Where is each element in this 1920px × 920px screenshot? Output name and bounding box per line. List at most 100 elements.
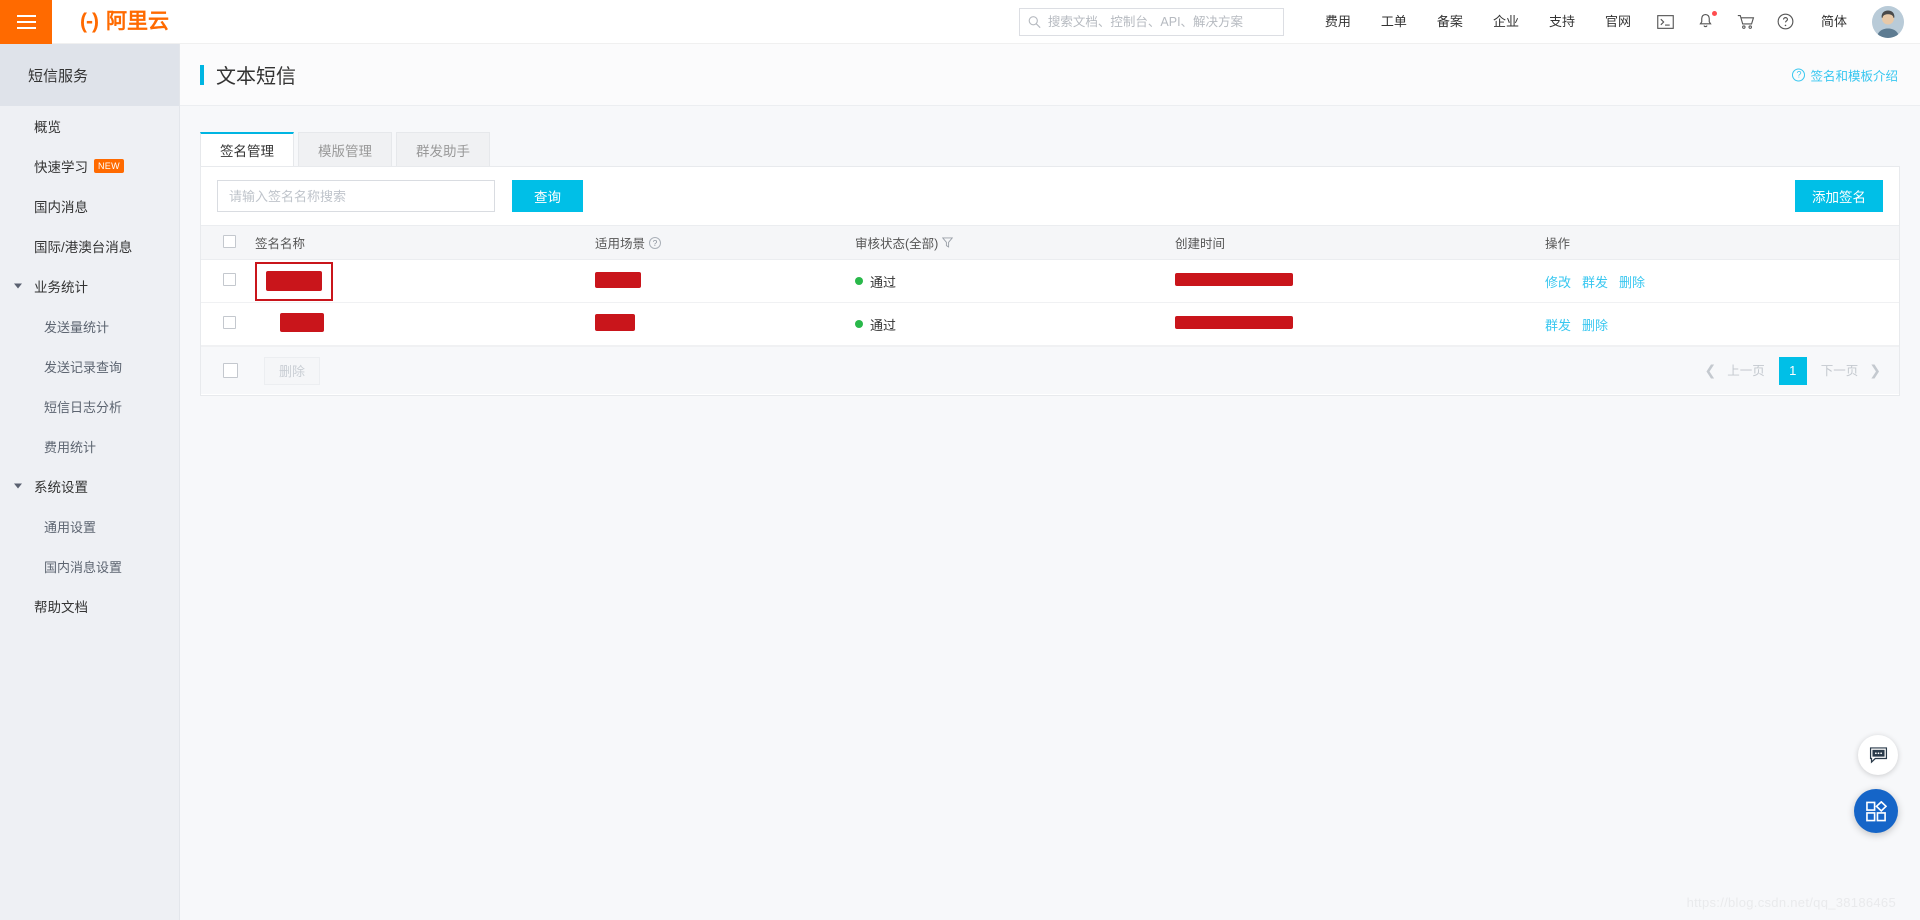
sidebar-item-quickstart[interactable]: 快速学习 NEW — [0, 146, 179, 186]
watermark-text: https://blog.csdn.net/qq_38186465 — [1686, 895, 1896, 910]
sidebar-item-label: 通用设置 — [44, 519, 97, 535]
cell-scene — [595, 259, 855, 303]
help-icon[interactable] — [1766, 0, 1806, 44]
left-sidebar: 短信服务 概览 快速学习 NEW 国内消息 国际/港澳台消息 业务统计 发送量统… — [0, 44, 180, 920]
cell-operations: 修改 群发 删除 — [1545, 259, 1899, 303]
redacted-content — [280, 313, 324, 332]
nav-link-support[interactable]: 支持 — [1534, 0, 1590, 44]
prev-page-button[interactable]: 上一页 — [1718, 357, 1774, 385]
status-badge: 通过 — [870, 274, 897, 290]
action-delete[interactable]: 删除 — [1582, 315, 1608, 334]
signature-search-box[interactable] — [217, 180, 495, 212]
brand-logo[interactable]: (-) 阿里云 — [80, 11, 169, 32]
redacted-content — [595, 314, 635, 331]
select-all-checkbox[interactable] — [223, 234, 236, 248]
sidebar-item-label: 发送记录查询 — [44, 359, 123, 375]
help-link-label: 签名和模板介绍 — [1810, 69, 1898, 83]
sidebar-item-domestic-msg-settings[interactable]: 国内消息设置 — [0, 546, 179, 586]
aliyun-logo-icon: (-) — [80, 10, 99, 33]
column-label: 审核状态(全部) — [855, 237, 939, 251]
signature-search-input[interactable] — [229, 181, 483, 211]
sidebar-item-help-docs[interactable]: 帮助文档 — [0, 586, 179, 626]
cell-operations: 群发 删除 — [1545, 302, 1899, 346]
language-selector[interactable]: 简体 — [1806, 0, 1862, 44]
sidebar-item-label: 发送量统计 — [44, 319, 110, 335]
footer-select-all-checkbox[interactable] — [223, 363, 238, 378]
global-search-input[interactable] — [1047, 8, 1283, 35]
filter-icon[interactable] — [942, 237, 954, 248]
sidebar-item-send-record-query[interactable]: 发送记录查询 — [0, 346, 179, 386]
cell-signature-name — [255, 302, 595, 346]
action-bulk-send[interactable]: 群发 — [1582, 272, 1608, 291]
row-select-cell — [201, 259, 255, 303]
top-header-bar: (-) 阿里云 费用 工单 备案 企业 支持 官网 — [0, 0, 1920, 44]
chat-bubble-icon[interactable] — [1858, 735, 1898, 775]
batch-delete-button[interactable]: 删除 — [264, 356, 321, 385]
chevron-right-icon[interactable]: ❯ — [1867, 362, 1883, 379]
nav-link-fees[interactable]: 费用 — [1310, 0, 1366, 44]
sidebar-group-system-settings[interactable]: 系统设置 — [0, 466, 179, 506]
question-circle-icon[interactable]: ? — [649, 236, 662, 249]
nav-link-enterprise[interactable]: 企业 — [1478, 0, 1534, 44]
action-edit[interactable]: 修改 — [1545, 272, 1571, 291]
cart-icon[interactable] — [1726, 0, 1766, 44]
user-avatar[interactable] — [1872, 5, 1904, 38]
chevron-left-icon[interactable]: ❮ — [1703, 362, 1719, 379]
sidebar-item-general-settings[interactable]: 通用设置 — [0, 506, 179, 546]
table-row[interactable]: 通过 修改 群发 删除 — [201, 259, 1899, 303]
select-all-header — [201, 225, 255, 260]
sidebar-group-business-stats[interactable]: 业务统计 — [0, 266, 179, 306]
status-dot-icon — [855, 277, 863, 285]
sidebar-item-international-msg[interactable]: 国际/港澳台消息 — [0, 226, 179, 266]
tab-signature-management[interactable]: 签名管理 — [200, 132, 294, 166]
global-search-box[interactable] — [1018, 7, 1284, 36]
sidebar-item-label: 帮助文档 — [34, 600, 88, 615]
cell-signature-name — [255, 259, 595, 303]
sidebar-item-sms-log-analysis[interactable]: 短信日志分析 — [0, 386, 179, 426]
table-row[interactable]: 通过 群发 删除 — [201, 302, 1899, 346]
column-audit-status: 审核状态(全部) — [855, 225, 1175, 260]
terminal-icon[interactable] — [1646, 0, 1686, 44]
tab-template-management[interactable]: 模版管理 — [298, 132, 392, 166]
sidebar-item-overview[interactable]: 概览 — [0, 106, 179, 146]
signature-table: 签名名称 适用场景 ? 审核状态(全部) 创建时间 操作 通过 修改 群发 删除… — [201, 225, 1899, 346]
header-nav-links: 费用 工单 备案 企业 支持 官网 简体 — [1310, 0, 1862, 44]
hamburger-menu-icon[interactable] — [0, 0, 52, 44]
sidebar-item-label: 费用统计 — [44, 439, 97, 455]
nav-link-tickets[interactable]: 工单 — [1366, 0, 1422, 44]
sidebar-item-domestic-msg[interactable]: 国内消息 — [0, 186, 179, 226]
query-button[interactable]: 查询 — [512, 180, 583, 212]
add-signature-button[interactable]: 添加签名 — [1795, 180, 1883, 212]
page-number-1[interactable]: 1 — [1778, 356, 1807, 385]
column-label: 签名名称 — [255, 237, 306, 251]
cell-audit-status: 通过 — [855, 302, 1175, 346]
action-bulk-send[interactable]: 群发 — [1545, 315, 1571, 334]
sidebar-item-label: 概览 — [34, 120, 61, 135]
nav-link-icp[interactable]: 备案 — [1422, 0, 1478, 44]
action-delete[interactable]: 删除 — [1619, 272, 1645, 291]
sidebar-item-label: 业务统计 — [34, 280, 88, 295]
row-checkbox[interactable] — [223, 273, 236, 286]
nav-link-website[interactable]: 官网 — [1590, 0, 1646, 44]
brand-name-label: 阿里云 — [105, 10, 169, 33]
tab-bar: 签名管理 模版管理 群发助手 — [200, 132, 1920, 166]
search-icon — [1028, 15, 1041, 28]
tab-bulk-send-assistant[interactable]: 群发助手 — [396, 132, 490, 166]
main-content: 文本短信 ? 签名和模板介绍 签名管理 模版管理 群发助手 查询 添加签名 — [180, 44, 1920, 920]
column-signature-name: 签名名称 — [255, 225, 595, 260]
row-checkbox[interactable] — [223, 316, 236, 329]
cell-scene — [595, 302, 855, 346]
signature-template-intro-link[interactable]: ? 签名和模板介绍 — [1792, 65, 1898, 84]
status-dot-icon — [855, 320, 863, 328]
pagination: ❮ 上一页 1 下一页 ❯ — [1703, 356, 1884, 385]
next-page-button[interactable]: 下一页 — [1812, 357, 1868, 385]
apps-grid-icon[interactable] — [1854, 789, 1898, 833]
table-header-row: 签名名称 适用场景 ? 审核状态(全部) 创建时间 操作 — [201, 225, 1899, 260]
cell-created-time — [1175, 302, 1545, 346]
sidebar-item-send-volume-stats[interactable]: 发送量统计 — [0, 306, 179, 346]
bell-icon[interactable] — [1686, 0, 1726, 44]
sidebar-item-label: 国内消息设置 — [44, 559, 123, 575]
sidebar-item-label: 快速学习 — [34, 160, 88, 175]
question-circle-icon: ? — [1792, 68, 1806, 81]
sidebar-item-fee-stats[interactable]: 费用统计 — [0, 426, 179, 466]
